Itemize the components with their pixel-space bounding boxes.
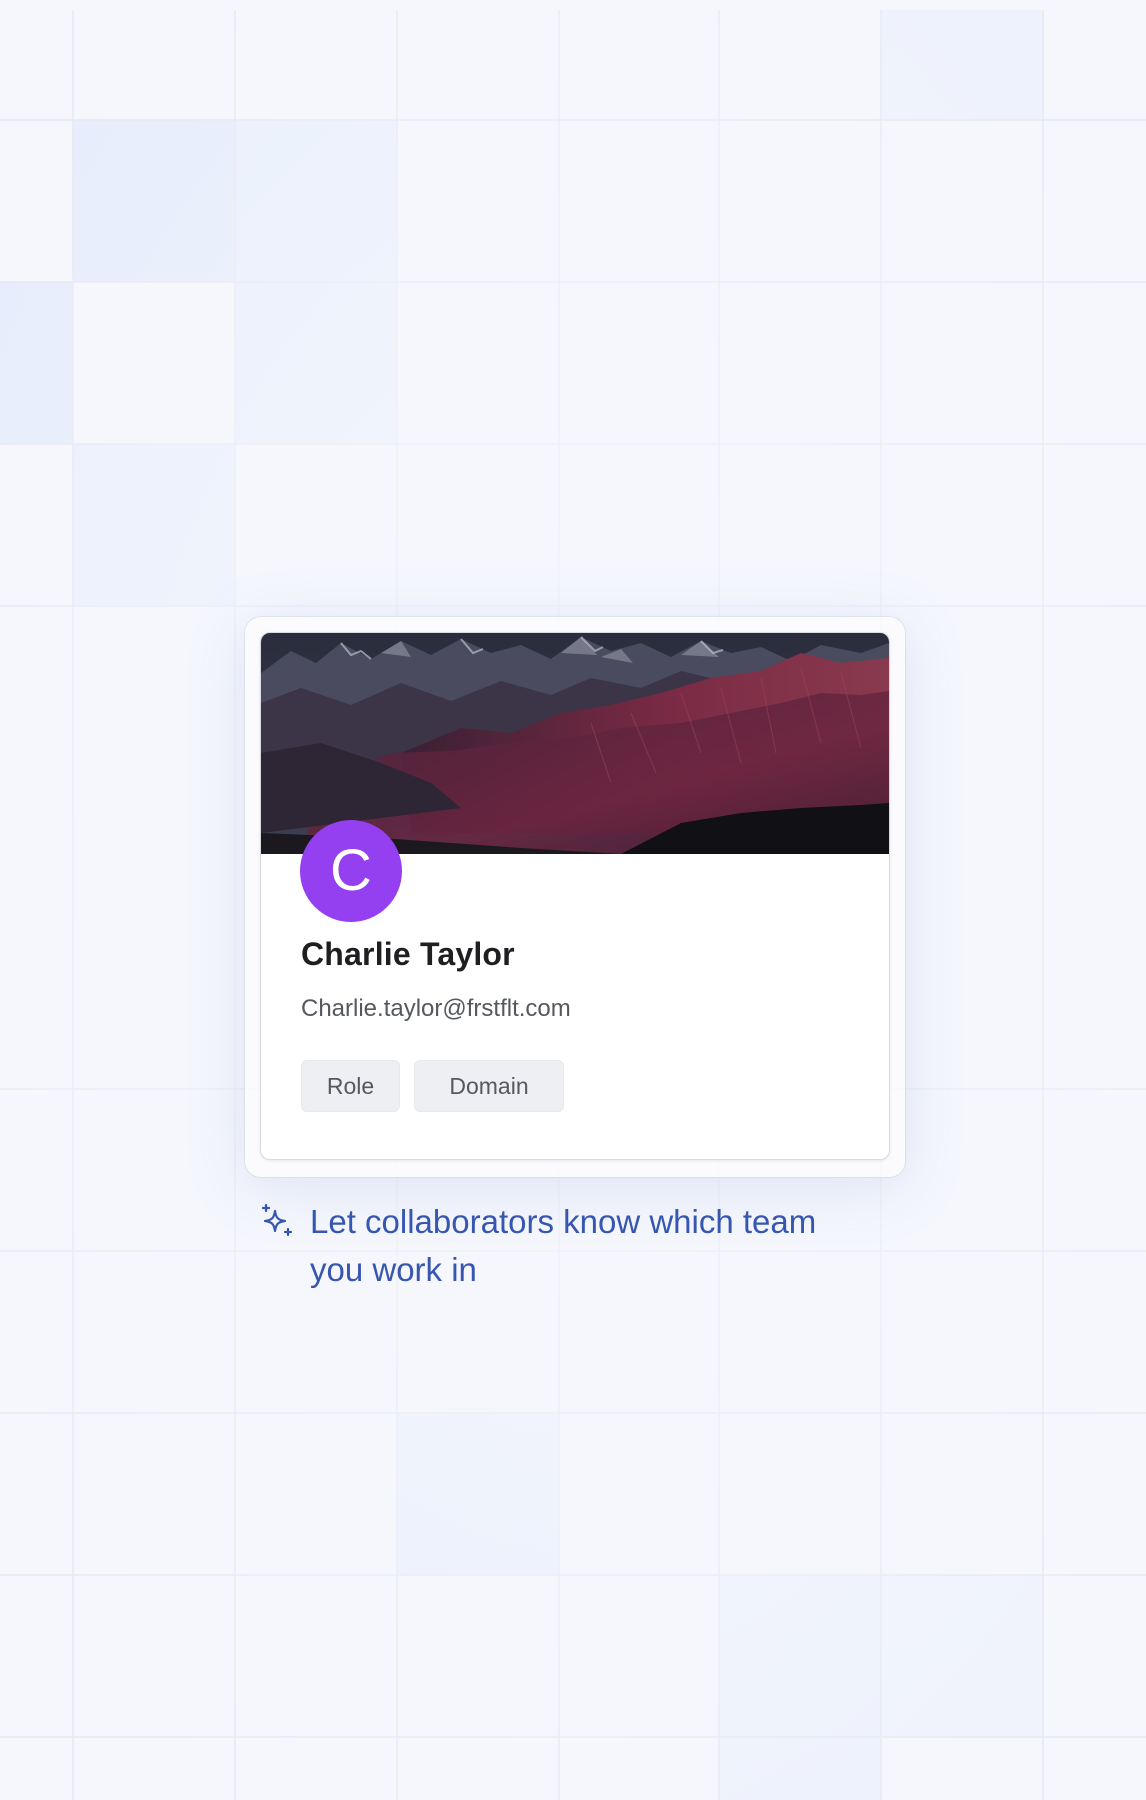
avatar: C [300,820,402,922]
profile-card-container: C Charlie Taylor Charlie.taylor@frstflt.… [245,617,905,1177]
sparkles-icon [261,1203,293,1237]
avatar-initial: C [330,838,372,903]
profile-name: Charlie Taylor [301,936,515,972]
hint-callout: Let collaborators know which team you wo… [258,1198,878,1294]
profile-email: Charlie.taylor@frstflt.com [301,995,571,1022]
domain-tag-button[interactable]: Domain [414,1060,564,1112]
profile-tags: Role Domain [301,1060,564,1112]
hint-text: Let collaborators know which team you wo… [310,1203,817,1288]
role-tag-button[interactable]: Role [301,1060,400,1112]
profile-card: C Charlie Taylor Charlie.taylor@frstflt.… [260,632,890,1160]
